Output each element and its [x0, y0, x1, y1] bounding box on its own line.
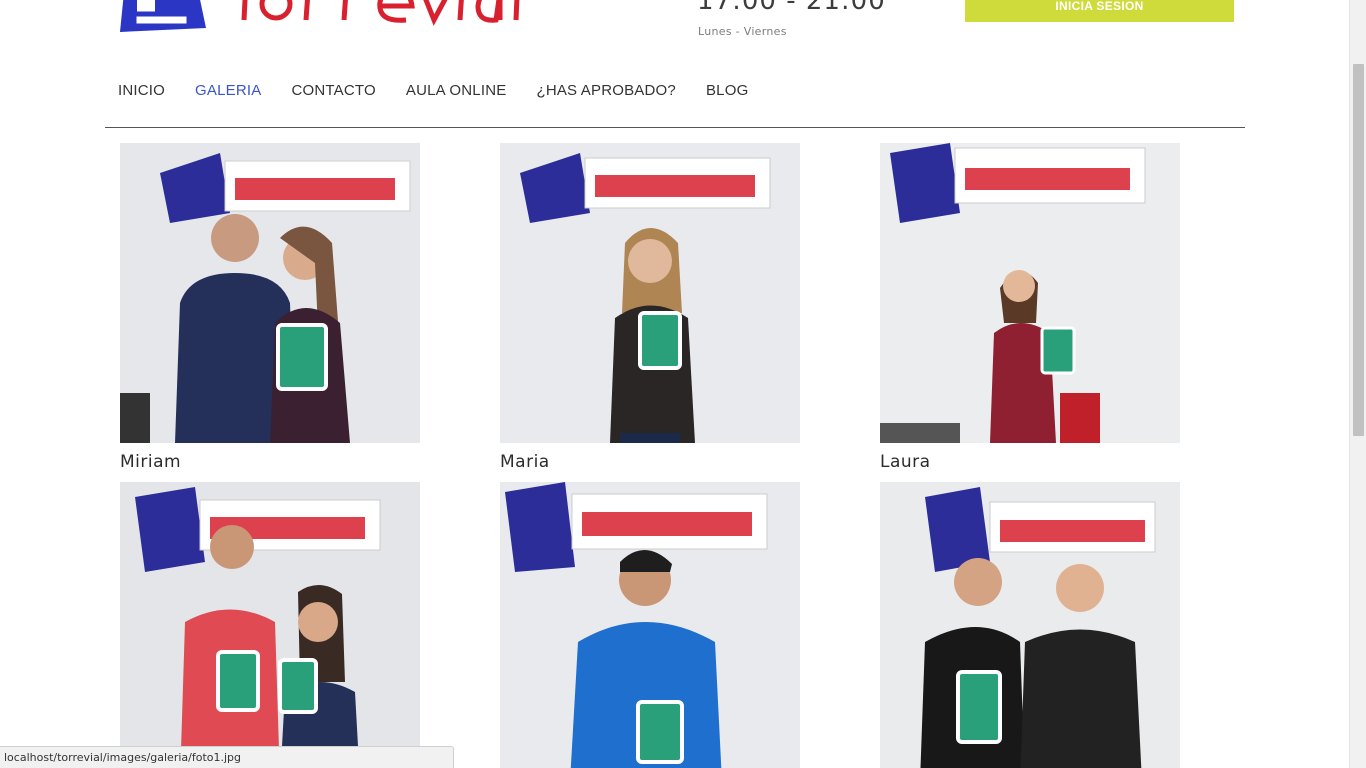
- nav-item-blog[interactable]: BLOG: [706, 70, 748, 111]
- page: 17:00 - 21:00 Lunes - Viernes INICIA SES…: [0, 0, 1349, 768]
- gallery-caption: Miriam: [120, 452, 182, 472]
- nav-item-aula-online[interactable]: AULA ONLINE: [406, 70, 507, 111]
- vertical-scrollbar[interactable]: [1349, 0, 1366, 768]
- gallery-caption: Maria: [500, 452, 550, 472]
- nav-item-contacto[interactable]: CONTACTO: [291, 70, 375, 111]
- gallery-photo[interactable]: [120, 143, 420, 443]
- scrollbar-thumb[interactable]: [1353, 64, 1364, 436]
- gallery-caption: Laura: [880, 452, 931, 472]
- gallery-photo[interactable]: [880, 143, 1180, 443]
- nav-item-has-aprobado[interactable]: ¿HAS APROBADO?: [536, 70, 676, 111]
- gallery-card: Laura: [880, 143, 1180, 472]
- gallery-photo[interactable]: [500, 143, 800, 443]
- opening-hours: 17:00 - 21:00: [697, 0, 886, 16]
- gallery-card: [880, 482, 1180, 768]
- login-button[interactable]: INICIA SESION: [965, 0, 1234, 22]
- gallery-card: [500, 482, 800, 768]
- gallery-card: [120, 482, 420, 768]
- gallery-photo[interactable]: [500, 482, 800, 768]
- status-bar-url: localhost/torrevial/images/galeria/foto1…: [0, 746, 454, 768]
- nav-item-inicio[interactable]: INICIO: [118, 70, 165, 111]
- gallery-photo[interactable]: [880, 482, 1180, 768]
- logo[interactable]: [116, 0, 561, 40]
- opening-days: Lunes - Viernes: [698, 25, 787, 38]
- gallery-card: Miriam: [120, 143, 420, 472]
- gallery-photo[interactable]: [120, 482, 420, 768]
- logo-tower-icon: [120, 0, 206, 32]
- gallery-card: Maria: [500, 143, 800, 472]
- main-nav: INICIO GALERIA CONTACTO AULA ONLINE ¿HAS…: [105, 70, 1245, 128]
- nav-item-galeria[interactable]: GALERIA: [195, 70, 261, 111]
